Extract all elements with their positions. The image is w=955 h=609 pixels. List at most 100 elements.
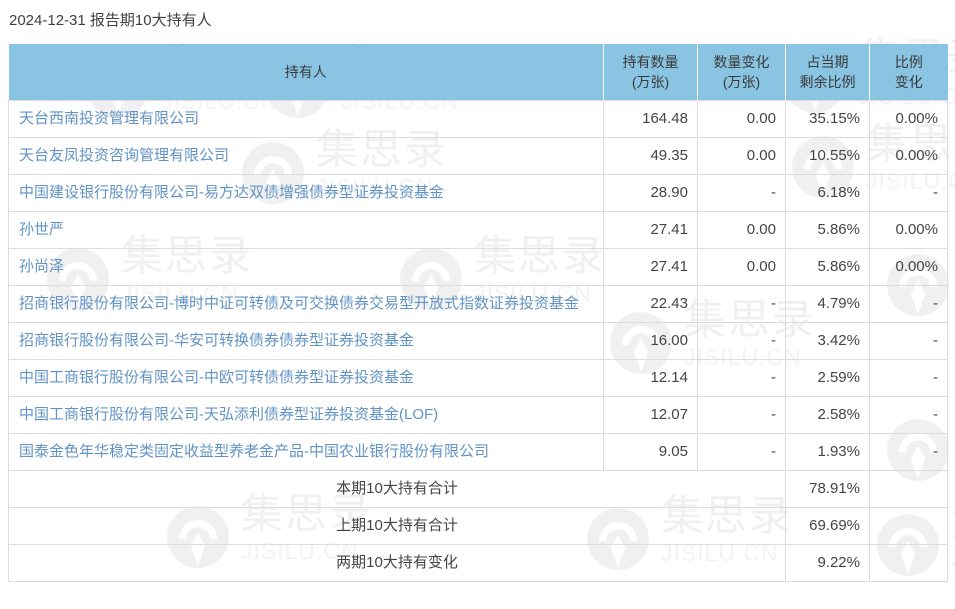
table-row: 孙尚泽 27.410.005.86%0.00% — [9, 248, 948, 285]
table-row: 中国工商银行股份有限公司-天弘添利债券型证券投资基金(LOF)12.07-2.5… — [9, 396, 948, 433]
col-header-quantity: 持有数量 (万张) — [604, 44, 698, 100]
qty-cell: 28.90 — [604, 174, 698, 211]
table-row: 中国工商银行股份有限公司-中欧可转债债券型证券投资基金12.14-2.59%- — [9, 359, 948, 396]
col-header-ratio-change: 比例变化 — [870, 44, 948, 100]
col-header-label: 持有人 — [285, 64, 327, 80]
holder-cell: 天台西南投资管理有限公司 — [9, 100, 604, 137]
holder-cell: 孙世严 — [9, 211, 604, 248]
col-header-label: 比例 — [895, 54, 923, 70]
holder-link[interactable]: 中国建设银行股份有限公司-易方达双债增强债券型证券投资基金 — [19, 184, 444, 201]
holder-link[interactable]: 天台西南投资管理有限公司 — [19, 110, 199, 127]
col-header-unit: (万张) — [723, 74, 760, 90]
remaining-pct-cell: 5.86% — [786, 211, 870, 248]
holder-link[interactable]: 天台友凤投资咨询管理有限公司 — [19, 147, 229, 164]
col-header-label: 数量变化 — [714, 54, 770, 70]
remaining-pct-cell: 3.42% — [786, 322, 870, 359]
qty-change-cell: - — [698, 396, 786, 433]
holder-link[interactable]: 招商银行股份有限公司-华安可转换债券债券型证券投资基金 — [19, 332, 414, 349]
pct-change-cell: - — [870, 322, 948, 359]
holder-cell: 天台友凤投资咨询管理有限公司 — [9, 137, 604, 174]
col-header-label: 剩余比例 — [800, 74, 856, 90]
holder-cell: 孙尚泽 — [9, 248, 604, 285]
qty-cell: 16.00 — [604, 322, 698, 359]
col-header-label: 持有数量 — [623, 54, 679, 70]
col-header-remaining-ratio: 占当期剩余比例 — [786, 44, 870, 100]
holder-cell: 国泰金色年华稳定类固定收益型养老金产品-中国农业银行股份有限公司 — [9, 433, 604, 470]
table-row: 招商银行股份有限公司-华安可转换债券债券型证券投资基金16.00-3.42%- — [9, 322, 948, 359]
qty-cell: 12.14 — [604, 359, 698, 396]
table-footer: 本期10大持有合计 78.91% 上期10大持有合计 69.69% 两期10大持… — [9, 470, 948, 581]
holder-link[interactable]: 国泰金色年华稳定类固定收益型养老金产品-中国农业银行股份有限公司 — [19, 443, 489, 460]
pct-change-cell: - — [870, 174, 948, 211]
holders-table: 持有人 持有数量 (万张) 数量变化 (万张) 占当期剩余比例 比例变化 天台西南投… — [8, 44, 948, 582]
page-title: 2024-12-31 报告期10大持有人 — [0, 0, 955, 30]
pct-change-cell: - — [870, 285, 948, 322]
pct-change-cell: - — [870, 396, 948, 433]
remaining-pct-cell: 2.59% — [786, 359, 870, 396]
qty-cell: 22.43 — [604, 285, 698, 322]
remaining-pct-cell: 10.55% — [786, 137, 870, 174]
col-header-holder: 持有人 — [9, 44, 604, 100]
col-header-label: 占当期 — [807, 54, 849, 70]
table-header: 持有人 持有数量 (万张) 数量变化 (万张) 占当期剩余比例 比例变化 — [9, 44, 948, 100]
footer-row-previous-total: 上期10大持有合计 69.69% — [9, 507, 948, 544]
holder-cell: 招商银行股份有限公司-博时中证可转债及可交换债券交易型开放式指数证券投资基金 — [9, 285, 604, 322]
qty-change-cell: - — [698, 174, 786, 211]
qty-cell: 9.05 — [604, 433, 698, 470]
holder-link[interactable]: 中国工商银行股份有限公司-中欧可转债债券型证券投资基金 — [19, 369, 414, 386]
holder-link[interactable]: 孙世严 — [19, 221, 64, 238]
col-header-unit: (万张) — [632, 74, 669, 90]
holder-cell: 中国工商银行股份有限公司-中欧可转债债券型证券投资基金 — [9, 359, 604, 396]
qty-cell: 164.48 — [604, 100, 698, 137]
pct-change-cell: - — [870, 433, 948, 470]
remaining-pct-cell: 5.86% — [786, 248, 870, 285]
remaining-pct-cell: 2.58% — [786, 396, 870, 433]
col-header-label: 变化 — [895, 74, 923, 90]
qty-change-cell: - — [698, 433, 786, 470]
pct-change-cell: 0.00% — [870, 100, 948, 137]
holder-cell: 招商银行股份有限公司-华安可转换债券债券型证券投资基金 — [9, 322, 604, 359]
col-header-quantity-change: 数量变化 (万张) — [698, 44, 786, 100]
footer-pct-change — [870, 470, 948, 507]
footer-pct: 9.22% — [786, 544, 870, 581]
footer-pct-change — [870, 507, 948, 544]
table-row: 孙世严 27.410.005.86%0.00% — [9, 211, 948, 248]
qty-cell: 27.41 — [604, 248, 698, 285]
table-row: 天台西南投资管理有限公司 164.480.0035.15%0.00% — [9, 100, 948, 137]
qty-change-cell: 0.00 — [698, 248, 786, 285]
holder-link[interactable]: 招商银行股份有限公司-博时中证可转债及可交换债券交易型开放式指数证券投资基金 — [19, 295, 579, 312]
holders-table-body: 天台西南投资管理有限公司164.480.0035.15%0.00%天台友凤投资咨… — [9, 100, 948, 470]
remaining-pct-cell: 35.15% — [786, 100, 870, 137]
holder-link[interactable]: 中国工商银行股份有限公司-天弘添利债券型证券投资基金(LOF) — [19, 406, 438, 423]
remaining-pct-cell: 1.93% — [786, 433, 870, 470]
qty-change-cell: - — [698, 285, 786, 322]
table-row: 招商银行股份有限公司-博时中证可转债及可交换债券交易型开放式指数证券投资基金 22… — [9, 285, 948, 322]
table-row: 天台友凤投资咨询管理有限公司 49.350.0010.55%0.00% — [9, 137, 948, 174]
footer-label: 上期10大持有合计 — [9, 507, 786, 544]
footer-pct: 78.91% — [786, 470, 870, 507]
qty-change-cell: 0.00 — [698, 137, 786, 174]
qty-change-cell: 0.00 — [698, 211, 786, 248]
qty-change-cell: - — [698, 359, 786, 396]
pct-change-cell: 0.00% — [870, 137, 948, 174]
holder-link[interactable]: 孙尚泽 — [19, 258, 64, 275]
footer-label: 本期10大持有合计 — [9, 470, 786, 507]
remaining-pct-cell: 4.79% — [786, 285, 870, 322]
qty-cell: 27.41 — [604, 211, 698, 248]
qty-cell: 12.07 — [604, 396, 698, 433]
pct-change-cell: 0.00% — [870, 211, 948, 248]
footer-pct: 69.69% — [786, 507, 870, 544]
holder-cell: 中国工商银行股份有限公司-天弘添利债券型证券投资基金(LOF) — [9, 396, 604, 433]
footer-row-current-total: 本期10大持有合计 78.91% — [9, 470, 948, 507]
table-row: 国泰金色年华稳定类固定收益型养老金产品-中国农业银行股份有限公司9.05-1.9… — [9, 433, 948, 470]
pct-change-cell: - — [870, 359, 948, 396]
pct-change-cell: 0.00% — [870, 248, 948, 285]
footer-row-period-change: 两期10大持有变化 9.22% — [9, 544, 948, 581]
remaining-pct-cell: 6.18% — [786, 174, 870, 211]
table-row: 中国建设银行股份有限公司-易方达双债增强债券型证券投资基金28.90-6.18%… — [9, 174, 948, 211]
qty-change-cell: 0.00 — [698, 100, 786, 137]
qty-change-cell: - — [698, 322, 786, 359]
qty-cell: 49.35 — [604, 137, 698, 174]
footer-label: 两期10大持有变化 — [9, 544, 786, 581]
footer-pct-change — [870, 544, 948, 581]
